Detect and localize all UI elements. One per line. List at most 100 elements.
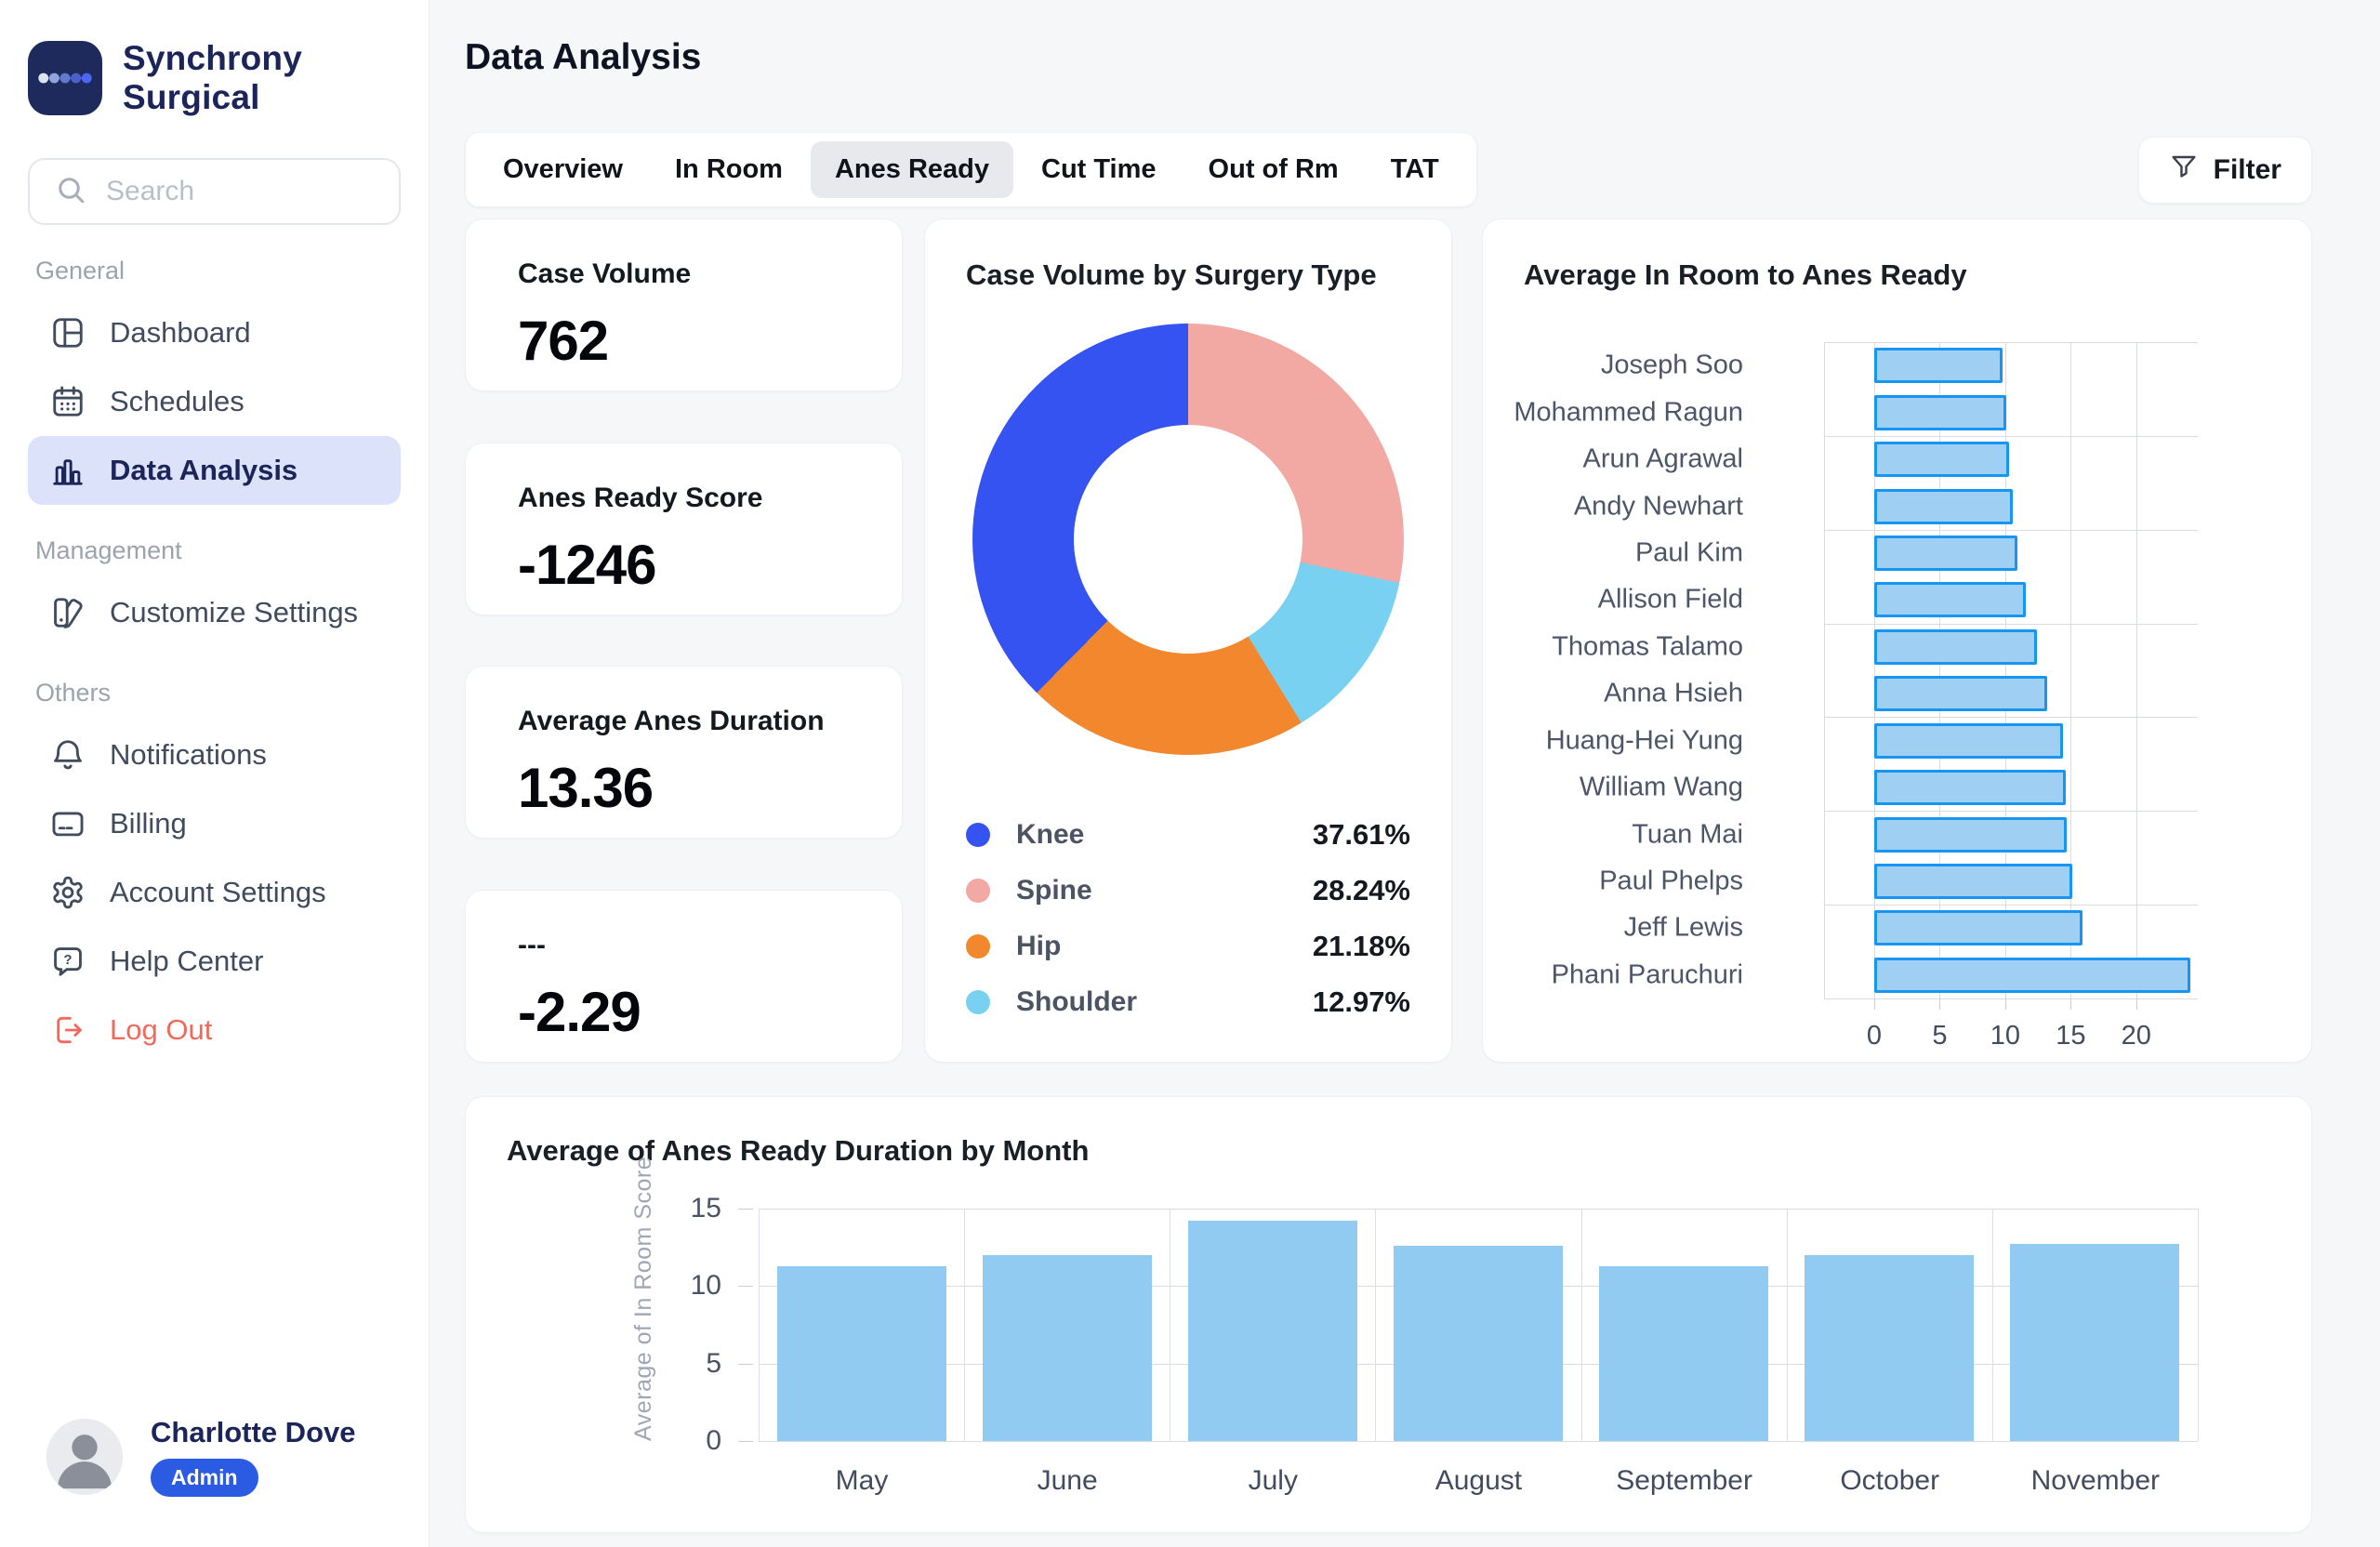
kpi-value: -1246	[518, 533, 656, 596]
gridline	[1824, 623, 2198, 625]
kpi-label: Case Volume	[518, 258, 692, 289]
tick-mark	[1874, 998, 1875, 1010]
hbar-category-label: Joseph Soo	[1600, 350, 1743, 380]
hbar-plot-area: 0 5 10 15 20	[1824, 342, 2198, 1051]
filter-icon	[2169, 152, 2199, 189]
tick-mark	[2004, 998, 2006, 1010]
sidebar-item-billing[interactable]: Billing	[28, 789, 401, 858]
x-tick-label: May	[835, 1465, 889, 1496]
kpi-card-case-volume: Case Volume 762	[465, 218, 903, 391]
sidebar-item-log-out[interactable]: Log Out	[28, 996, 401, 1064]
kpi-column: Case Volume 762 Anes Ready Score -1246 Avera…	[465, 218, 903, 1063]
gridline	[2070, 342, 2072, 998]
user-profile[interactable]: Charlotte Dove Admin	[46, 1416, 355, 1497]
toolbar: Overview In Room Anes Ready Cut Time Out of …	[465, 132, 2312, 207]
sidebar-item-help-center[interactable]: ? Help Center	[28, 927, 401, 996]
donut-legend: Knee 37.61% Spine 28.24% Hip 21.18% Shoulder 12…	[966, 807, 1410, 1030]
tick-mark	[2070, 998, 2072, 1010]
tab-anes-ready[interactable]: Anes Ready	[810, 141, 1013, 198]
bar-september	[1599, 1265, 1769, 1441]
gridline	[759, 1441, 2198, 1442]
sidebar-item-label: Log Out	[110, 1013, 213, 1046]
bar-thomas-talamo	[1874, 628, 2037, 665]
sidebar-item-notifications[interactable]: Notifications	[28, 721, 401, 789]
x-tick-label: 20	[2121, 1021, 2151, 1051]
tab-in-room[interactable]: In Room	[651, 141, 807, 198]
hbar-category-label: Mohammed Ragun	[1514, 397, 1743, 428]
tab-tat[interactable]: TAT	[1367, 141, 1463, 198]
legend-label: Spine	[1016, 875, 1092, 906]
customize-icon	[50, 595, 86, 630]
bar-august	[1394, 1246, 1563, 1441]
legend-value: 21.18%	[1312, 930, 1410, 962]
x-tick-label: 15	[2056, 1021, 2086, 1051]
x-tick-label: June	[1037, 1465, 1098, 1496]
gridline	[1824, 811, 2198, 813]
x-tick-label: July	[1248, 1465, 1298, 1496]
sidebar-item-label: Dashboard	[110, 316, 251, 349]
gridline	[1824, 342, 2198, 343]
kpi-card-: --- -2.29	[465, 889, 903, 1063]
tab-out-of-rm[interactable]: Out of Rm	[1184, 141, 1363, 198]
tabs: Overview In Room Anes Ready Cut Time Out of …	[465, 132, 1477, 207]
bar-paul-phelps	[1874, 863, 2072, 899]
month-chart: Average of In Room Score 0 5 10 15 May June Ju…	[630, 1157, 2199, 1496]
sidebar-item-label: Schedules	[110, 385, 245, 417]
gridline	[2004, 342, 2006, 998]
gridline	[1824, 529, 2198, 531]
hbar-category-label: Phani Paruchuri	[1551, 959, 1743, 990]
brand: Synchrony Surgical	[28, 39, 401, 117]
x-tick-label: 0	[1866, 1021, 1883, 1051]
sidebar-item-data-analysis[interactable]: Data Analysis	[28, 436, 401, 505]
x-tick-label: 5	[1932, 1021, 1948, 1051]
hbar-category-label: Tuan Mai	[1632, 819, 1743, 849]
y-tick-label: 15	[690, 1193, 721, 1223]
kpi-card-average-anes-duration: Average Anes Duration 13.36	[465, 666, 903, 840]
svg-text:?: ?	[63, 952, 72, 968]
bar-huang-hei-yung	[1874, 722, 2063, 759]
user-role-badge: Admin	[151, 1459, 258, 1497]
gridline	[1824, 342, 1825, 998]
tab-overview[interactable]: Overview	[479, 141, 647, 198]
sidebar-item-dashboard[interactable]: Dashboard	[28, 298, 401, 367]
legend-label: Knee	[1016, 819, 1085, 850]
tick-mark	[738, 1286, 753, 1288]
gridline	[759, 1209, 760, 1441]
tab-cut-time[interactable]: Cut Time	[1017, 141, 1181, 198]
x-tick-label: October	[1840, 1465, 1940, 1496]
sidebar-item-schedules[interactable]: Schedules	[28, 367, 401, 436]
bar-june	[982, 1255, 1152, 1441]
search-box[interactable]	[28, 158, 401, 225]
gridline	[1991, 1209, 1993, 1441]
main-content: Data Analysis Overview In Room Anes Ready C…	[430, 0, 2380, 1547]
legend-value: 12.97%	[1312, 985, 1410, 1018]
filter-button[interactable]: Filter	[2137, 136, 2312, 204]
bar-october	[1805, 1255, 1975, 1441]
kpi-label: Average Anes Duration	[518, 706, 825, 737]
legend-label: Hip	[1016, 931, 1062, 961]
legend-dot-spine-icon	[966, 879, 990, 903]
bar-allison-field	[1874, 582, 2027, 618]
legend-dot-knee-icon	[966, 823, 990, 847]
legend-dot-hip-icon	[966, 934, 990, 959]
search-input[interactable]	[104, 175, 375, 208]
tick-mark	[738, 1363, 753, 1365]
gridline	[1874, 342, 1875, 998]
kpi-value: 762	[518, 310, 609, 372]
gridline	[1939, 342, 1941, 998]
page-title: Data Analysis	[465, 37, 702, 77]
gear-icon	[50, 875, 86, 910]
sidebar-item-account-settings[interactable]: Account Settings	[28, 858, 401, 927]
brand-logo-icon	[28, 41, 102, 115]
legend-dot-shoulder-icon	[966, 990, 990, 1014]
month-card-title: Average of Anes Ready Duration by Month	[507, 1134, 1090, 1167]
sidebar-item-customize-settings[interactable]: Customize Settings	[28, 578, 401, 647]
user-name: Charlotte Dove	[151, 1416, 356, 1448]
sidebar-item-label: Account Settings	[110, 876, 326, 908]
gridline	[2198, 1209, 2199, 1441]
bar-anna-hsieh	[1874, 676, 2047, 712]
sidebar-item-label: Billing	[110, 807, 187, 840]
y-axis-label: Average of In Room Score	[630, 1156, 656, 1441]
gridline	[1824, 435, 2198, 437]
sidebar-item-label: Notifications	[110, 738, 267, 771]
